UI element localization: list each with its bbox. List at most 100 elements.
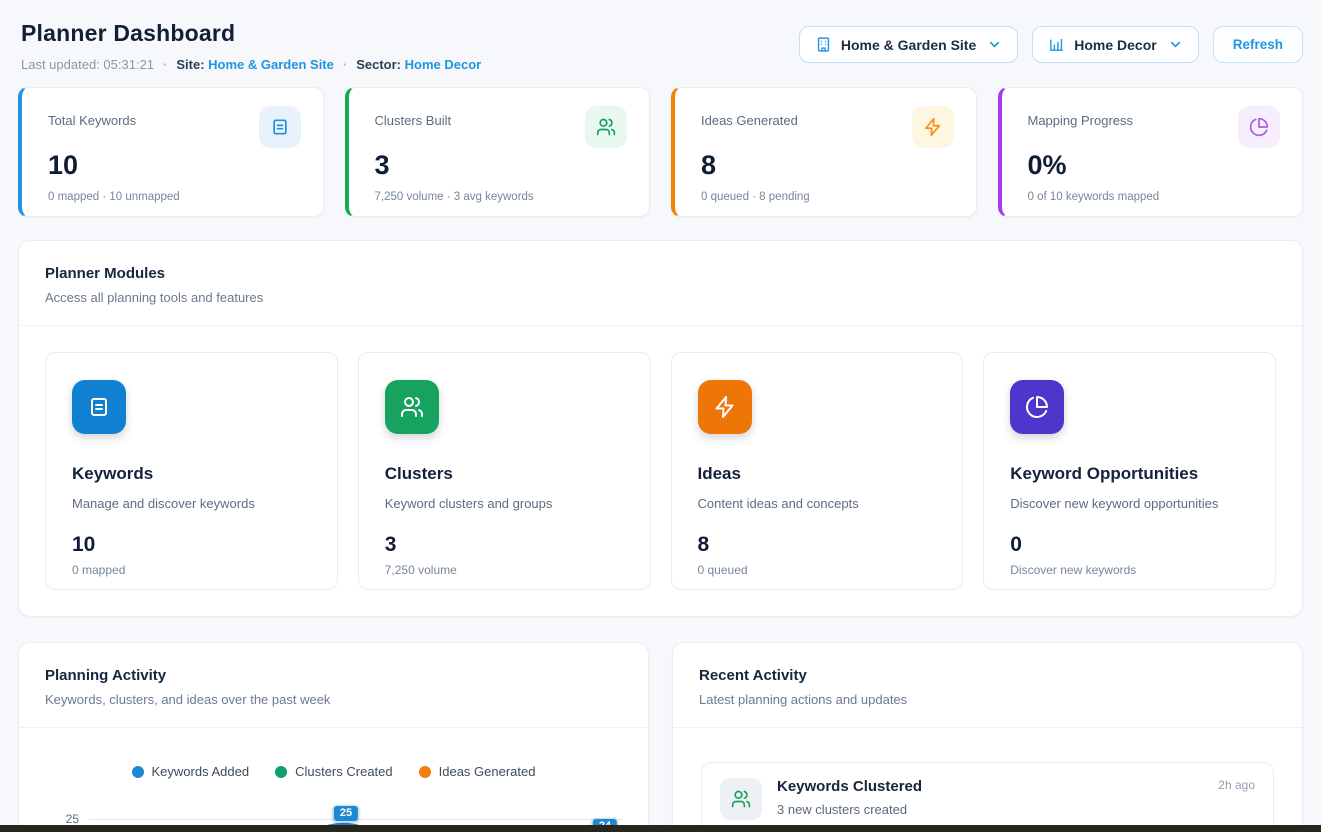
topbar-controls: Home & Garden Site Home Decor Refresh	[799, 26, 1303, 63]
recent-activity-list: Keywords Clustered 2h ago 3 new clusters…	[673, 728, 1302, 832]
module-card-keyword-opportunities[interactable]: Keyword Opportunities Discover new keywo…	[983, 352, 1276, 590]
module-value: 3	[385, 533, 624, 557]
stat-card-mapping-progress: Mapping Progress 0% 0 of 10 keywords map…	[998, 87, 1304, 217]
refresh-button[interactable]: Refresh	[1213, 26, 1303, 63]
legend-dot	[419, 766, 431, 778]
activity-description: 3 new clusters created	[777, 802, 1255, 817]
last-updated-value: 05:31:21	[103, 57, 154, 72]
module-card-clusters[interactable]: Clusters Keyword clusters and groups 3 7…	[358, 352, 651, 590]
bar-chart-icon	[1048, 36, 1065, 53]
module-value: 8	[698, 533, 937, 557]
module-description: Discover new keyword opportunities	[1010, 496, 1249, 511]
sector-selector-label: Home Decor	[1074, 37, 1156, 53]
module-title: Keyword Opportunities	[1010, 464, 1249, 484]
legend-label: Keywords Added	[152, 764, 250, 779]
legend-item-ideas-generated[interactable]: Ideas Generated	[419, 764, 536, 779]
section-subtitle: Access all planning tools and features	[45, 290, 1276, 305]
activity-chart: Keywords Added Clusters Created Ideas Ge…	[19, 728, 648, 832]
stat-label: Total Keywords	[48, 110, 136, 128]
chevron-down-icon	[1168, 37, 1183, 52]
page-title: Planner Dashboard	[21, 20, 481, 47]
activity-title: Keywords Clustered	[777, 778, 922, 795]
section-title: Recent Activity	[699, 667, 1276, 684]
module-value: 10	[72, 533, 311, 557]
recent-activity-header: Recent Activity Latest planning actions …	[673, 643, 1302, 728]
module-title: Keywords	[72, 464, 311, 484]
pie-chart-icon	[1010, 380, 1064, 434]
section-title: Planner Modules	[45, 265, 1276, 282]
stat-label: Mapping Progress	[1028, 110, 1134, 128]
sector-link[interactable]: Home Decor	[405, 57, 482, 72]
legend-dot	[275, 766, 287, 778]
stat-value: 8	[701, 150, 954, 181]
stat-label: Clusters Built	[375, 110, 452, 128]
legend-item-clusters-created[interactable]: Clusters Created	[275, 764, 393, 779]
users-icon	[585, 106, 627, 148]
section-title: Planning Activity	[45, 667, 622, 684]
activity-timestamp: 2h ago	[1218, 778, 1255, 792]
legend-label: Clusters Created	[295, 764, 393, 779]
stat-sub: 7,250 volume · 3 avg keywords	[375, 191, 628, 203]
module-sub: 0 mapped	[72, 563, 311, 577]
page-meta: Last updated: 05:31:21 · Site: Home & Ga…	[21, 57, 481, 72]
activity-content: Keywords Clustered 2h ago 3 new clusters…	[777, 778, 1255, 820]
building-icon	[815, 36, 832, 53]
topbar: Planner Dashboard Last updated: 05:31:21…	[0, 0, 1321, 72]
sector-meta: Sector: Home Decor	[356, 57, 481, 72]
data-point-label: 25	[333, 805, 359, 822]
module-description: Keyword clusters and groups	[385, 496, 624, 511]
stat-sub: 0 mapped · 10 unmapped	[48, 191, 301, 203]
stat-value: 10	[48, 150, 301, 181]
users-icon	[385, 380, 439, 434]
last-updated: Last updated: 05:31:21	[21, 57, 154, 72]
module-description: Manage and discover keywords	[72, 496, 311, 511]
module-title: Ideas	[698, 464, 937, 484]
chevron-down-icon	[987, 37, 1002, 52]
legend-item-keywords-added[interactable]: Keywords Added	[132, 764, 250, 779]
site-selector-dropdown[interactable]: Home & Garden Site	[799, 26, 1018, 63]
site-meta: Site: Home & Garden Site	[176, 57, 334, 72]
stat-card-ideas-generated: Ideas Generated 8 0 queued · 8 pending	[671, 87, 977, 217]
screen-bottom-bar	[0, 825, 1321, 832]
modules-grid: Keywords Manage and discover keywords 10…	[19, 326, 1302, 616]
pie-chart-icon	[1238, 106, 1280, 148]
module-card-ideas[interactable]: Ideas Content ideas and concepts 8 0 que…	[671, 352, 964, 590]
zap-icon	[912, 106, 954, 148]
stat-card-clusters-built: Clusters Built 3 7,250 volume · 3 avg ke…	[345, 87, 651, 217]
module-sub: 7,250 volume	[385, 563, 624, 577]
planning-activity-header: Planning Activity Keywords, clusters, an…	[19, 643, 648, 728]
meta-separator: ·	[343, 57, 347, 72]
activity-item-keywords-clustered: Keywords Clustered 2h ago 3 new clusters…	[701, 762, 1274, 832]
module-title: Clusters	[385, 464, 624, 484]
module-value: 0	[1010, 533, 1249, 557]
zap-icon	[698, 380, 752, 434]
site-link[interactable]: Home & Garden Site	[208, 57, 334, 72]
stat-card-total-keywords: Total Keywords 10 0 mapped · 10 unmapped	[18, 87, 324, 217]
module-sub: 0 queued	[698, 563, 937, 577]
meta-separator: ·	[163, 57, 167, 72]
module-card-keywords[interactable]: Keywords Manage and discover keywords 10…	[45, 352, 338, 590]
module-description: Content ideas and concepts	[698, 496, 937, 511]
section-subtitle: Keywords, clusters, and ideas over the p…	[45, 692, 622, 707]
planning-activity-panel: Planning Activity Keywords, clusters, an…	[18, 642, 649, 832]
planner-modules-header: Planner Modules Access all planning tool…	[19, 241, 1302, 326]
module-sub: Discover new keywords	[1010, 563, 1249, 577]
document-icon	[259, 106, 301, 148]
planner-dashboard-page: Planner Dashboard Last updated: 05:31:21…	[0, 0, 1321, 832]
stat-value: 3	[375, 150, 628, 181]
users-icon	[720, 778, 762, 820]
topbar-left: Planner Dashboard Last updated: 05:31:21…	[21, 20, 481, 72]
document-icon	[72, 380, 126, 434]
site-selector-label: Home & Garden Site	[841, 37, 976, 53]
bottom-row: Planning Activity Keywords, clusters, an…	[0, 617, 1321, 832]
recent-activity-panel: Recent Activity Latest planning actions …	[672, 642, 1303, 832]
legend-dot	[132, 766, 144, 778]
section-subtitle: Latest planning actions and updates	[699, 692, 1276, 707]
chart-legend: Keywords Added Clusters Created Ideas Ge…	[45, 764, 622, 779]
sector-selector-dropdown[interactable]: Home Decor	[1032, 26, 1198, 63]
stat-sub: 0 of 10 keywords mapped	[1028, 191, 1281, 203]
legend-label: Ideas Generated	[439, 764, 536, 779]
stats-row: Total Keywords 10 0 mapped · 10 unmapped…	[0, 72, 1321, 217]
stat-label: Ideas Generated	[701, 110, 798, 128]
stat-value: 0%	[1028, 150, 1281, 181]
